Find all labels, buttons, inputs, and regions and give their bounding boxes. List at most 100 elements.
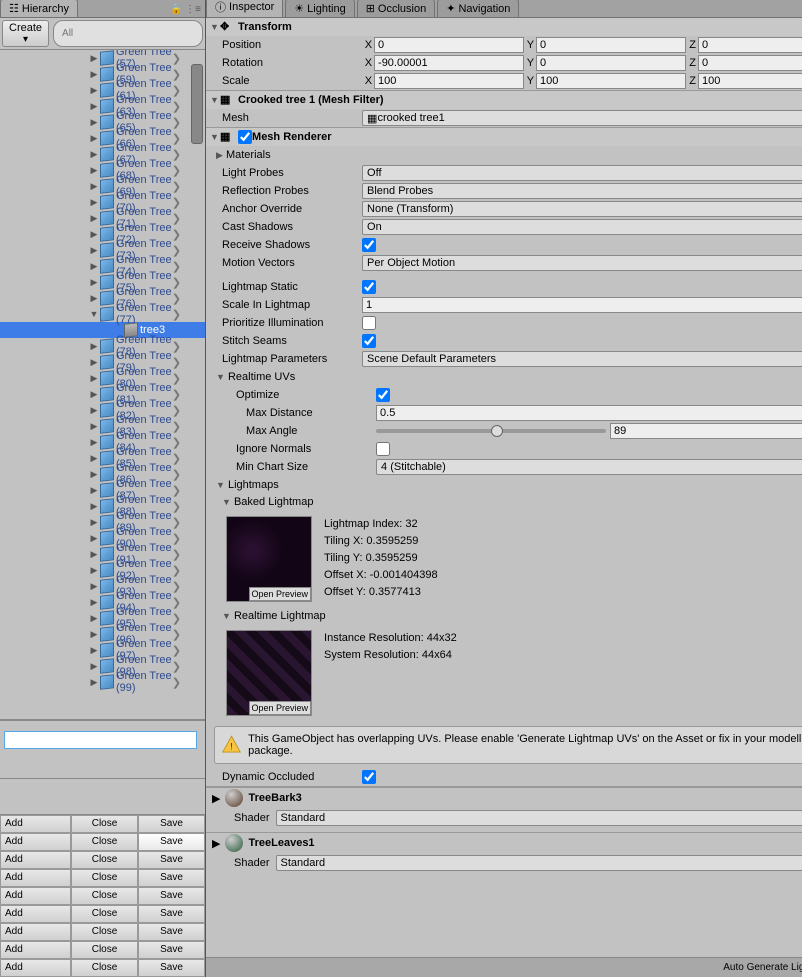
rotation-x[interactable] [374,55,524,71]
min-chart-size-dropdown[interactable]: 4 (Stitchable) [376,459,802,475]
tab-navigation[interactable]: ✦Navigation [437,0,519,17]
tree-row[interactable]: ▶Green Tree (74)❯ [0,258,205,274]
tree-row[interactable]: ▶Green Tree (82)❯ [0,402,205,418]
shader-dropdown[interactable]: Standard [276,855,802,871]
tree-row[interactable]: ▶Green Tree (93)❯ [0,578,205,594]
foldout-icon[interactable]: ▶ [88,245,100,256]
tree-row[interactable]: ▶Green Tree (75)❯ [0,274,205,290]
add-button[interactable]: Add [0,923,71,941]
foldout-icon[interactable]: ▶ [88,69,100,80]
tree-row[interactable]: ▶Green Tree (95)❯ [0,610,205,626]
tree-row[interactable]: ▶Green Tree (89)❯ [0,514,205,530]
max-angle-field[interactable] [610,423,802,439]
foldout-icon[interactable]: ▶ [88,501,100,512]
foldout-icon[interactable]: ▼ [88,309,100,319]
close-button[interactable]: Close [71,905,138,923]
foldout-icon[interactable]: ▶ [88,53,100,64]
close-button[interactable]: Close [71,833,138,851]
transform-foldout[interactable]: ▼ [210,22,220,32]
foldout-icon[interactable]: ▶ [88,373,100,384]
scrollbar-thumb[interactable] [191,64,203,144]
tree-row[interactable]: ▶Green Tree (71)❯ [0,210,205,226]
tree-row[interactable]: ▶Green Tree (73)❯ [0,242,205,258]
foldout-icon[interactable]: ▶ [88,277,100,288]
meshfilter-foldout[interactable]: ▼ [210,95,220,105]
close-button[interactable]: Close [71,959,138,977]
add-button[interactable]: Add [0,833,71,851]
foldout-icon[interactable]: ▶ [88,581,100,592]
tree-row[interactable]: ▶Green Tree (92)❯ [0,562,205,578]
lightmap-parameters-dropdown[interactable]: Scene Default Parameters [362,351,802,367]
foldout-icon[interactable]: ▶ [88,469,100,480]
save-button[interactable]: Save [138,869,205,887]
hierarchy-dock-menu[interactable]: 🔒 ⋮≡ [166,2,205,17]
materials-foldout[interactable]: ▶ [216,150,223,161]
foldout-icon[interactable]: ▶ [88,133,100,144]
rotation-z[interactable] [698,55,802,71]
foldout-icon[interactable]: ▶ [88,197,100,208]
save-button[interactable]: Save [138,851,205,869]
material-foldout[interactable]: ▶ [212,792,220,805]
foldout-icon[interactable]: ▶ [88,389,100,400]
foldout-icon[interactable]: ▶ [88,101,100,112]
tree-row[interactable]: ▶Green Tree (90)❯ [0,530,205,546]
tree-row[interactable]: ▶Green Tree (79)❯ [0,354,205,370]
close-button[interactable]: Close [71,941,138,959]
tree-row[interactable]: ▶Green Tree (99)❯ [0,674,205,690]
close-button[interactable]: Close [71,851,138,869]
foldout-icon[interactable]: ▶ [88,213,100,224]
add-button[interactable]: Add [0,869,71,887]
foldout-icon[interactable]: ▶ [88,437,100,448]
receive-shadows-checkbox[interactable] [362,238,376,252]
add-button[interactable]: Add [0,905,71,923]
tree-row[interactable]: ▶Green Tree (70)❯ [0,194,205,210]
tab-occlusion[interactable]: ⊞Occlusion [357,0,436,17]
baked-lightmap-foldout[interactable]: ▼ [222,497,231,507]
foldout-icon[interactable]: ▶ [88,549,100,560]
foldout-icon[interactable]: ▶ [88,85,100,96]
add-button[interactable]: Add [0,959,71,977]
foldout-icon[interactable]: ▶ [88,629,100,640]
tree-row[interactable]: ▶Green Tree (88)❯ [0,498,205,514]
tree-row[interactable]: ▶Green Tree (94)❯ [0,594,205,610]
scale-z[interactable] [698,73,802,89]
foldout-icon[interactable]: ▶ [88,341,100,352]
foldout-icon[interactable]: ▶ [88,613,100,624]
cast-shadows-dropdown[interactable]: On [362,219,802,235]
tree-row[interactable]: ▶Green Tree (67)❯ [0,146,205,162]
foldout-icon[interactable]: ▶ [88,357,100,368]
save-button[interactable]: Save [138,905,205,923]
tree-row[interactable]: ▶Green Tree (57)❯ [0,50,205,66]
foldout-icon[interactable]: ▶ [88,181,100,192]
lightmap-static-checkbox[interactable] [362,280,376,294]
foldout-icon[interactable]: ▶ [88,645,100,656]
realtime-uvs-foldout[interactable]: ▼ [216,372,225,382]
light-probes-dropdown[interactable]: Off [362,165,802,181]
meshrenderer-enabled[interactable] [238,130,252,144]
scale-in-lightmap-field[interactable] [362,297,802,313]
tree-row[interactable]: ▶Green Tree (65)❯ [0,114,205,130]
tree-row[interactable]: ▶Green Tree (63)❯ [0,98,205,114]
foldout-icon[interactable]: ▶ [88,565,100,576]
realtime-open-preview[interactable]: Open Preview [249,701,312,715]
tree-row[interactable]: ▶Green Tree (80)❯ [0,370,205,386]
foldout-icon[interactable]: ▶ [88,533,100,544]
foldout-icon[interactable]: ▶ [88,261,100,272]
save-button[interactable]: Save [138,941,205,959]
motion-vectors-dropdown[interactable]: Per Object Motion [362,255,802,271]
baked-open-preview[interactable]: Open Preview [249,587,312,601]
tab-inspector[interactable]: ⓘInspector [206,0,283,17]
add-button[interactable]: Add [0,815,71,833]
tree-row[interactable]: ▶Green Tree (98)❯ [0,658,205,674]
tree-row[interactable]: ▶Green Tree (83)❯ [0,418,205,434]
tree-row[interactable]: ▶Green Tree (66)❯ [0,130,205,146]
dynamic-occluded-checkbox[interactable] [362,770,376,784]
foldout-icon[interactable]: ▶ [88,229,100,240]
foldout-icon[interactable]: ▶ [88,485,100,496]
tree-row[interactable]: ▶Green Tree (96)❯ [0,626,205,642]
hierarchy-search-input[interactable] [53,20,203,47]
close-button[interactable]: Close [71,923,138,941]
create-button[interactable]: Create ▾ [2,20,49,47]
close-button[interactable]: Close [71,815,138,833]
mesh-field[interactable]: ▦ crooked tree1 [362,110,802,126]
